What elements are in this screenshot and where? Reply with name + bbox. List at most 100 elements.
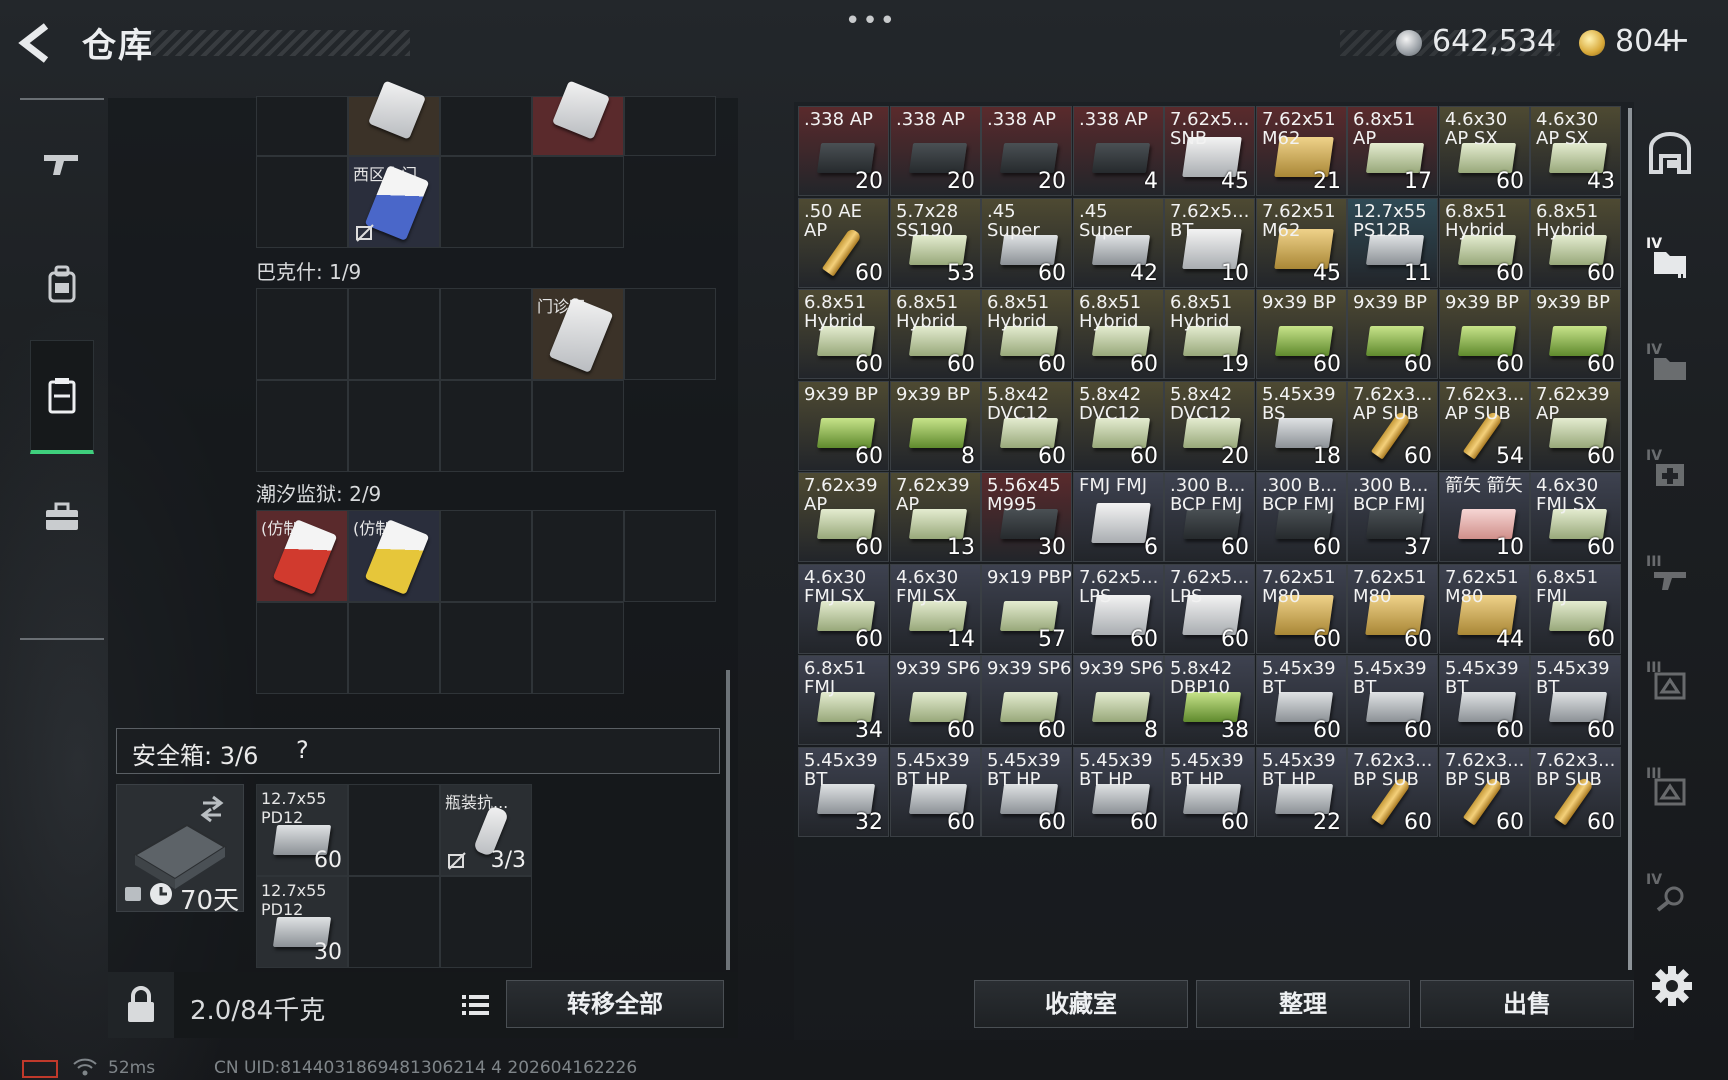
- storage-slot[interactable]: 7.62x51 M80 60: [1256, 564, 1347, 654]
- storage-slot[interactable]: 7.62x5... LPS 60: [1073, 564, 1164, 654]
- storage-slot[interactable]: 9x39 BP 60: [798, 381, 889, 471]
- tab-tier-iv-2[interactable]: IV: [1640, 326, 1700, 406]
- storage-slot[interactable]: 5.45x39 BT 60: [1439, 655, 1530, 745]
- safe-slot-2[interactable]: [348, 784, 440, 876]
- sell-button[interactable]: 出售: [1420, 980, 1634, 1028]
- storage-slot[interactable]: 9x39 SP6 60: [981, 655, 1072, 745]
- storage-slot[interactable]: 4.6x30 FMJ SX 14: [890, 564, 981, 654]
- storage-slot[interactable]: 5.45x39 BT 60: [1347, 655, 1438, 745]
- storage-slot[interactable]: 7.62x3... AP SUB 60: [1347, 381, 1438, 471]
- storage-slot[interactable]: 7.62x5... BT 10: [1164, 198, 1255, 288]
- storage-slot[interactable]: 5.8x42 DVC12 60: [1073, 381, 1164, 471]
- grid-cell[interactable]: [532, 156, 624, 248]
- storage-slot[interactable]: 4.6x30 FMJ SX 60: [798, 564, 889, 654]
- storage-slot[interactable]: 6.8x51 Hybrid 60: [1530, 198, 1621, 288]
- storage-slot[interactable]: .45 Super 42: [1073, 198, 1164, 288]
- sidebar-item-backpack[interactable]: [30, 230, 94, 340]
- safe-slot-3[interactable]: 瓶装抗... 3/3: [440, 784, 532, 876]
- safe-slot-4[interactable]: 12.7x55 PD12 30: [256, 876, 348, 968]
- grid-cell[interactable]: [348, 602, 440, 694]
- grid-cell[interactable]: [440, 380, 532, 472]
- storage-slot[interactable]: .338 AP 20: [890, 106, 981, 196]
- storage-slot[interactable]: 9x39 BP 60: [1439, 289, 1530, 379]
- sort-button[interactable]: 整理: [1196, 980, 1410, 1028]
- left-scrollbar[interactable]: [726, 670, 730, 970]
- collection-room-button[interactable]: 收藏室: [974, 980, 1188, 1028]
- storage-slot[interactable]: .338 AP 20: [981, 106, 1072, 196]
- safe-slot-1[interactable]: 12.7x55 PD12 60: [256, 784, 348, 876]
- storage-slot[interactable]: 7.62x39 AP 13: [890, 472, 981, 562]
- storage-slot[interactable]: 5.45x39 BT 60: [1256, 655, 1347, 745]
- storage-slot[interactable]: 5.45x39 BS 18: [1256, 381, 1347, 471]
- storage-slot[interactable]: 9x39 BP 8: [890, 381, 981, 471]
- storage-slot[interactable]: 7.62x3... AP SUB 54: [1439, 381, 1530, 471]
- storage-slot[interactable]: .300 B... BCP FMJ 60: [1256, 472, 1347, 562]
- keycard-slot-replica-2[interactable]: (仿制)...: [348, 510, 440, 602]
- lock-button[interactable]: [108, 972, 174, 1038]
- safe-box-help-button[interactable]: ?: [296, 736, 309, 764]
- more-menu-button[interactable]: •••: [845, 6, 897, 36]
- grid-cell[interactable]: [624, 288, 716, 380]
- tab-tier-iv-medical[interactable]: IV: [1640, 432, 1700, 512]
- storage-slot[interactable]: 6.8x51 Hybrid 60: [1073, 289, 1164, 379]
- storage-slot[interactable]: 5.45x39 BT 60: [1530, 655, 1621, 745]
- storage-slot[interactable]: 6.8x51 FMJ 60: [1530, 564, 1621, 654]
- list-view-button[interactable]: [456, 982, 496, 1028]
- storage-slot[interactable]: 4.6x30 AP SX 43: [1530, 106, 1621, 196]
- storage-slot[interactable]: .50 AE AP 60: [798, 198, 889, 288]
- keycard-slot-west-gate[interactable]: 西区大门: [348, 156, 440, 248]
- storage-slot[interactable]: 5.8x42 DVC12 60: [981, 381, 1072, 471]
- storage-slot[interactable]: 7.62x51 M62 45: [1256, 198, 1347, 288]
- storage-slot[interactable]: 箭矢 箭矢 10: [1439, 472, 1530, 562]
- storage-slot[interactable]: 6.8x51 Hybrid 60: [798, 289, 889, 379]
- storage-slot[interactable]: 5.45x39 BT HP 60: [1164, 747, 1255, 837]
- storage-slot[interactable]: 9x39 BP 60: [1347, 289, 1438, 379]
- grid-cell[interactable]: [532, 510, 624, 602]
- storage-slot[interactable]: 7.62x51 M80 60: [1347, 564, 1438, 654]
- storage-slot[interactable]: 7.62x51 M80 44: [1439, 564, 1530, 654]
- storage-scrollbar[interactable]: [1628, 108, 1632, 970]
- tab-tier-iii-weapons[interactable]: III: [1640, 538, 1700, 618]
- grid-cell[interactable]: [440, 602, 532, 694]
- storage-slot[interactable]: 6.8x51 Hybrid 60: [890, 289, 981, 379]
- storage-slot[interactable]: 7.62x39 AP 60: [1530, 381, 1621, 471]
- keycard-slot-replica-1[interactable]: (仿制)...: [256, 510, 348, 602]
- storage-slot[interactable]: 7.62x5... SNB 45: [1164, 106, 1255, 196]
- storage-slot[interactable]: 9x19 PBP 57: [981, 564, 1072, 654]
- grid-cell[interactable]: [348, 80, 440, 156]
- grid-cell[interactable]: [348, 380, 440, 472]
- grid-cell[interactable]: [256, 156, 348, 248]
- storage-slot[interactable]: 12.7x55 PS12B 11: [1347, 198, 1438, 288]
- safe-slot-5[interactable]: [348, 876, 440, 968]
- grid-cell[interactable]: [532, 80, 624, 156]
- sidebar-item-toolbox[interactable]: [30, 462, 94, 572]
- grid-cell[interactable]: [440, 288, 532, 380]
- storage-slot[interactable]: FMJ FMJ 6: [1073, 472, 1164, 562]
- storage-slot[interactable]: 4.6x30 AP SX 60: [1439, 106, 1530, 196]
- storage-slot[interactable]: 5.56x45 M995 30: [981, 472, 1072, 562]
- storage-slot[interactable]: 9x39 BP 60: [1530, 289, 1621, 379]
- grid-cell[interactable]: [256, 602, 348, 694]
- storage-slot[interactable]: 9x39 SP6 8: [1073, 655, 1164, 745]
- tab-tier-iii-box-2[interactable]: III: [1640, 750, 1700, 830]
- storage-slot[interactable]: 7.62x3... BP SUB 60: [1439, 747, 1530, 837]
- storage-slot[interactable]: 5.45x39 BT HP 22: [1256, 747, 1347, 837]
- grid-cell[interactable]: [348, 288, 440, 380]
- storage-slot[interactable]: 9x39 BP 60: [1256, 289, 1347, 379]
- storage-slot[interactable]: 6.8x51 Hybrid 60: [981, 289, 1072, 379]
- storage-slot[interactable]: 7.62x51 M62 21: [1256, 106, 1347, 196]
- tab-tier-iv-1[interactable]: IV: [1640, 220, 1700, 300]
- add-currency-button[interactable]: +: [1662, 20, 1691, 60]
- storage-slot[interactable]: 7.62x39 AP 60: [798, 472, 889, 562]
- storage-slot[interactable]: 5.8x42 DVC12 20: [1164, 381, 1255, 471]
- tab-home-storage[interactable]: [1640, 114, 1700, 194]
- sidebar-item-weapons[interactable]: [30, 110, 94, 220]
- storage-slot[interactable]: 5.45x39 BT 32: [798, 747, 889, 837]
- transfer-all-button[interactable]: 转移全部: [506, 980, 724, 1028]
- storage-slot[interactable]: .300 B... BCP FMJ 60: [1164, 472, 1255, 562]
- storage-slot[interactable]: 4.6x30 FMJ SX 60: [1530, 472, 1621, 562]
- storage-slot[interactable]: 5.45x39 BT HP 60: [1073, 747, 1164, 837]
- storage-slot[interactable]: 5.8x42 DBP10 38: [1164, 655, 1255, 745]
- storage-slot[interactable]: 7.62x5... LPS 60: [1164, 564, 1255, 654]
- grid-cell[interactable]: [624, 510, 716, 602]
